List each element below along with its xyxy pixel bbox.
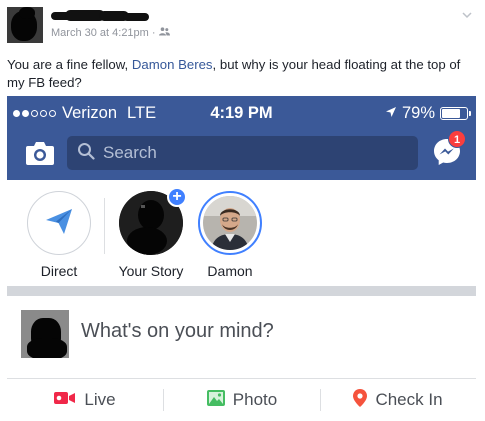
post-meta: March 30 at 4:21pm · <box>51 27 170 39</box>
your-story-avatar: + <box>119 187 187 255</box>
post-message: You are a fine fellow, Damon Beres, but … <box>7 56 477 92</box>
add-story-plus-icon[interactable]: + <box>167 187 187 207</box>
photo-button[interactable]: Photo <box>164 379 320 421</box>
check-in-label: Check In <box>375 390 443 409</box>
attached-phone-screenshot[interactable]: Verizon LTE 4:19 PM 79% Search 1 Direct … <box>7 96 476 421</box>
ios-status-bar: Verizon LTE 4:19 PM 79% <box>7 96 476 130</box>
post-options-chevron-icon[interactable] <box>462 6 472 19</box>
status-composer[interactable]: What's on your mind? <box>7 296 476 379</box>
battery-status: 79% <box>385 104 471 123</box>
check-in-button[interactable]: Check In <box>320 379 476 421</box>
direct-avatar <box>27 191 91 255</box>
post-author-avatar[interactable] <box>7 7 43 43</box>
facebook-app-header: Verizon LTE 4:19 PM 79% Search 1 <box>7 96 476 180</box>
live-button[interactable]: Live <box>7 379 163 421</box>
search-input[interactable]: Search <box>67 136 418 170</box>
story-label: Direct <box>40 263 78 279</box>
friends-audience-icon[interactable] <box>158 27 170 39</box>
redacted-author-name <box>51 10 151 22</box>
stories-tray: Direct + Your Story Damon <box>7 180 476 286</box>
live-label: Live <box>84 390 116 409</box>
live-video-icon <box>54 390 76 410</box>
facebook-post: March 30 at 4:21pm · You are a fine fell… <box>0 0 485 421</box>
meta-separator: · <box>151 27 156 39</box>
battery-fill <box>442 109 461 118</box>
paper-plane-icon <box>44 206 74 241</box>
damon-avatar <box>203 196 257 250</box>
post-timestamp[interactable]: March 30 at 4:21pm <box>51 27 149 39</box>
photo-label: Photo <box>232 390 278 409</box>
location-arrow-icon <box>385 104 397 123</box>
search-placeholder: Search <box>103 143 157 162</box>
search-icon <box>77 142 95 165</box>
battery-icon <box>440 107 471 120</box>
story-label: Damon <box>207 263 253 279</box>
stories-divider <box>104 198 105 254</box>
location-pin-icon <box>353 388 368 412</box>
composer-actions: Live Photo Check In <box>7 379 476 421</box>
post-text-start: You are a fine fellow, <box>7 57 132 72</box>
damon-story-ring <box>198 191 262 255</box>
feed-separator <box>7 286 476 296</box>
story-your-story[interactable]: + Your Story <box>111 187 191 279</box>
messenger-notification-badge: 1 <box>448 130 466 148</box>
photo-icon <box>206 389 225 411</box>
composer-prompt[interactable]: What's on your mind? <box>81 320 274 343</box>
story-label: Your Story <box>118 263 184 279</box>
story-damon[interactable]: Damon <box>190 191 270 279</box>
camera-icon[interactable] <box>25 140 55 166</box>
composer-user-avatar <box>21 310 69 358</box>
mention-link[interactable]: Damon Beres <box>132 57 213 72</box>
story-direct[interactable]: Direct <box>19 191 99 279</box>
battery-percent: 79% <box>401 104 435 122</box>
